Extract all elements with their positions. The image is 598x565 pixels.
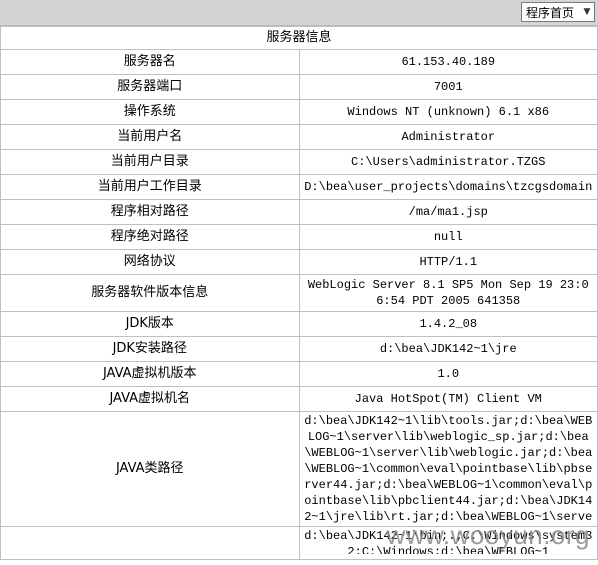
row-label [0, 526, 300, 560]
table-row: JDK版本 1.4.2_08 [0, 311, 598, 337]
row-value: HTTP/1.1 [298, 249, 598, 275]
table-title: 服务器信息 [0, 26, 598, 50]
row-value: /ma/ma1.jsp [298, 199, 598, 225]
row-label: 当前用户工作目录 [0, 174, 300, 200]
table-row: 程序相对路径 /ma/ma1.jsp [0, 199, 598, 225]
table-row: 服务器名 61.153.40.189 [0, 49, 598, 75]
row-label: JAVA类路径 [0, 411, 300, 527]
row-label: 服务器端口 [0, 74, 300, 100]
row-label: 网络协议 [0, 249, 300, 275]
row-value: Administrator [298, 124, 598, 150]
row-label: 服务器名 [0, 49, 300, 75]
table-row: JAVA虚拟机版本 1.0 [0, 361, 598, 387]
server-info-table: 服务器信息 服务器名 61.153.40.189 服务器端口 7001 操作系统… [0, 26, 598, 560]
page-select-value: 程序首页 [526, 5, 575, 20]
table-row: JAVA虚拟机名 Java HotSpot(TM) Client VM [0, 386, 598, 412]
table-row: 当前用户名 Administrator [0, 124, 598, 150]
row-label: 程序相对路径 [0, 199, 300, 225]
row-value: C:\Users\administrator.TZGS [298, 149, 598, 175]
row-value: WebLogic Server 8.1 SP5 Mon Sep 19 23:06… [298, 274, 598, 312]
page-select-dropdown[interactable]: 程序首页 ▼ [521, 2, 595, 22]
table-row: JAVA类路径 d:\bea\JDK142~1\lib\tools.jar;d:… [0, 411, 598, 527]
row-value: Windows NT (unknown) 6.1 x86 [298, 99, 598, 125]
row-value: d:\bea\JDK142~1\jre [298, 336, 598, 362]
row-value: d:\bea\JDK142~1\lib\tools.jar;d:\bea\WEB… [304, 414, 593, 524]
row-label: JAVA虚拟机版本 [0, 361, 300, 387]
table-row: 程序绝对路径 null [0, 224, 598, 250]
row-label: 当前用户目录 [0, 149, 300, 175]
row-value: D:\bea\user_projects\domains\tzcgsdomain [298, 174, 598, 200]
table-row: 当前用户目录 C:\Users\administrator.TZGS [0, 149, 598, 175]
table-row: 当前用户工作目录 D:\bea\user_projects\domains\tz… [0, 174, 598, 200]
table-row: 服务器软件版本信息 WebLogic Server 8.1 SP5 Mon Se… [0, 274, 598, 312]
row-label: 操作系统 [0, 99, 300, 125]
row-value: 61.153.40.189 [298, 49, 598, 75]
row-label: 服务器软件版本信息 [0, 274, 300, 312]
row-label: 当前用户名 [0, 124, 300, 150]
row-value: 1.0 [298, 361, 598, 387]
row-label: 程序绝对路径 [0, 224, 300, 250]
row-value-cell: d:\bea\JDK142~1\lib\tools.jar;d:\bea\WEB… [298, 411, 598, 527]
row-label: JDK安装路径 [0, 336, 300, 362]
table-row: JDK安装路径 d:\bea\JDK142~1\jre [0, 336, 598, 362]
chevron-down-icon[interactable]: ▼ [580, 7, 594, 17]
row-value: null [298, 224, 598, 250]
row-value: 1.4.2_08 [298, 311, 598, 337]
row-label: JDK版本 [0, 311, 300, 337]
row-value: Java HotSpot(TM) Client VM [298, 386, 598, 412]
table-row: 操作系统 Windows NT (unknown) 6.1 x86 [0, 99, 598, 125]
row-value: 7001 [298, 74, 598, 100]
table-row: 网络协议 HTTP/1.1 [0, 249, 598, 275]
table-row: 服务器端口 7001 [0, 74, 598, 100]
row-label: JAVA虚拟机名 [0, 386, 300, 412]
watermark-text: www.wooyun.org [386, 520, 590, 550]
top-toolbar: 程序首页 ▼ [0, 0, 598, 26]
